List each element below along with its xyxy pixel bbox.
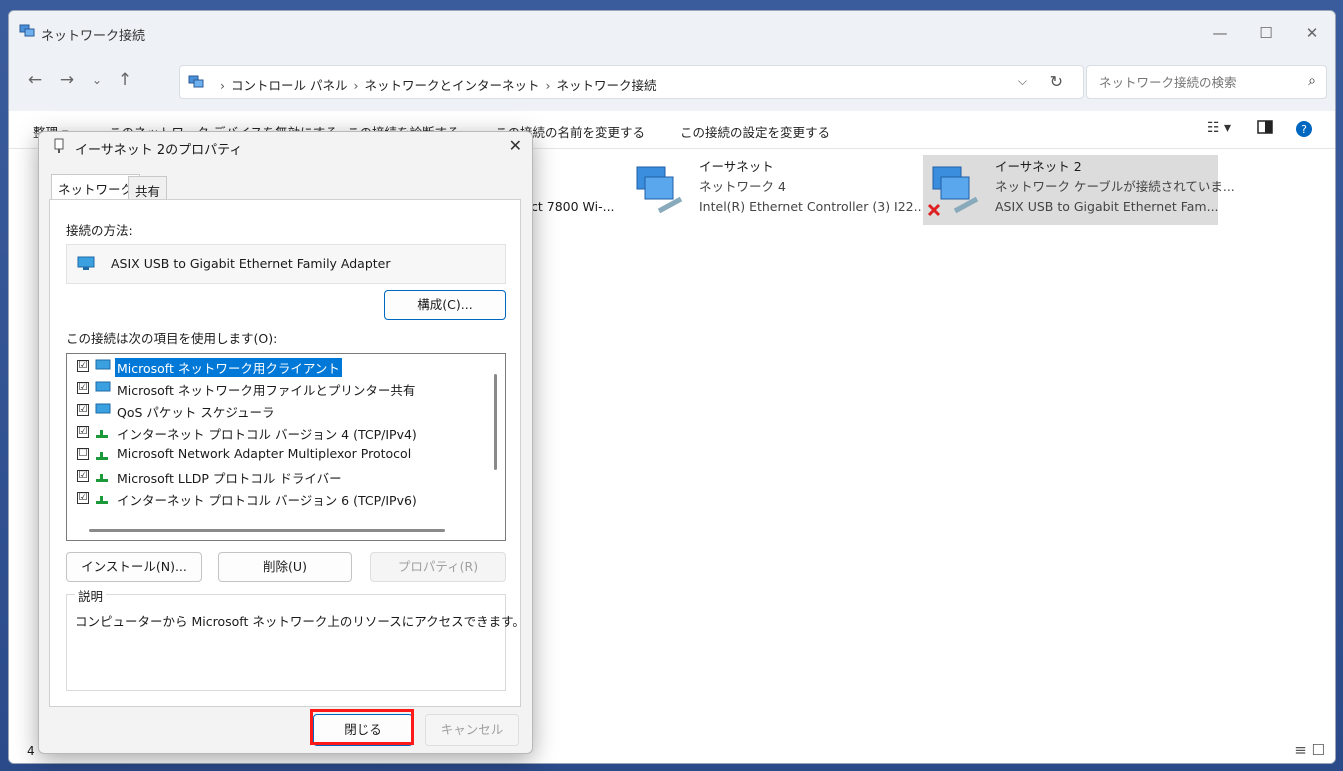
item-label: インターネット プロトコル バージョン 4 (TCP/IPv4) bbox=[117, 427, 417, 442]
close-icon[interactable]: ✕ bbox=[509, 136, 522, 155]
properties-dialog: イーサネット 2のプロパティ ✕ ネットワーク 共有 接続の方法: ASIX U… bbox=[38, 131, 533, 754]
connection-device: Intel(R) Ethernet Controller (3) I22... bbox=[699, 199, 926, 214]
checkbox[interactable]: ☑ bbox=[77, 470, 89, 482]
checkbox[interactable]: ☑ bbox=[77, 492, 89, 504]
search-box: ⌕ bbox=[1086, 65, 1327, 99]
protocol-icon bbox=[95, 425, 113, 442]
connection-name: イーサネット bbox=[699, 159, 774, 174]
network-connections-icon bbox=[19, 24, 35, 41]
back-arrow-icon[interactable]: ← bbox=[23, 70, 47, 90]
chevron-down-icon[interactable]: ⌵ bbox=[1018, 74, 1027, 89]
dialog-title: イーサネット 2のプロパティ bbox=[75, 143, 243, 158]
connection-item-ethernet-2[interactable]: イーサネット 2 ネットワーク ケーブルが接続されていま... ASIX USB… bbox=[923, 155, 1235, 225]
highlight-box bbox=[310, 709, 414, 745]
recent-dropdown-icon[interactable]: ⌄ bbox=[85, 73, 109, 87]
address-bar[interactable]: › コントロール パネル › ネットワークとインターネット › ネットワーク接続 ⌵ ↻ bbox=[179, 65, 1084, 99]
preview-pane-icon[interactable] bbox=[1257, 120, 1273, 138]
up-arrow-icon[interactable]: ↑ bbox=[113, 70, 137, 90]
item-count: 4 bbox=[27, 744, 35, 758]
breadcrumb-network-internet[interactable]: ネットワークとインターネット bbox=[364, 78, 539, 93]
connection-name: イーサネット 2 bbox=[995, 159, 1082, 174]
address-row: ← → ⌄ ↑ › コントロール パネル › ネットワークとインターネット › ネットワー… bbox=[9, 55, 1335, 111]
checkbox[interactable]: ☑ bbox=[77, 382, 89, 394]
description-text: コンピューターから Microsoft ネットワーク上のリソースにアクセスできま… bbox=[75, 614, 525, 629]
cancel-button[interactable]: キャンセル bbox=[425, 714, 519, 746]
connect-using-label: 接続の方法: bbox=[66, 223, 133, 238]
tab-sharing[interactable]: 共有 bbox=[128, 176, 168, 200]
vertical-scrollbar[interactable] bbox=[494, 374, 497, 470]
connection-network: ネットワーク 4 bbox=[699, 179, 786, 194]
help-icon[interactable]: ? bbox=[1295, 120, 1313, 142]
item-label: Microsoft ネットワーク用ファイルとプリンター共有 bbox=[117, 383, 416, 398]
connection-network: ネットワーク ケーブルが接続されていま... bbox=[995, 179, 1235, 194]
chevron-right-icon: › bbox=[353, 78, 359, 93]
network-client-icon bbox=[95, 381, 113, 398]
properties-button[interactable]: プロパティ(R) bbox=[370, 552, 506, 582]
title-bar: ネットワーク接続 — ☐ ✕ bbox=[9, 11, 1335, 55]
item-label: Microsoft Network Adapter Multiplexor Pr… bbox=[117, 446, 412, 461]
items-label: この接続は次の項目を使用します(O): bbox=[66, 331, 278, 346]
ethernet-adapter-icon bbox=[631, 159, 691, 219]
network-service-icon bbox=[95, 403, 113, 420]
components-list[interactable]: ☑ Microsoft ネットワーク用クライアント ☑ Microsoft ネッ… bbox=[66, 353, 506, 541]
horizontal-scrollbar[interactable] bbox=[89, 529, 445, 532]
control-panel-icon bbox=[188, 75, 204, 92]
ethernet-adapter-disconnected-icon bbox=[927, 159, 987, 219]
ethernet-icon bbox=[53, 138, 65, 157]
checkbox[interactable]: ☐ bbox=[77, 448, 89, 460]
protocol-icon bbox=[95, 491, 113, 508]
description-group: 説明 コンピューターから Microsoft ネットワーク上のリソースにアクセス… bbox=[66, 586, 525, 691]
window-title: ネットワーク接続 bbox=[41, 29, 146, 44]
adapter-field: ASIX USB to Gigabit Ethernet Family Adap… bbox=[66, 244, 506, 284]
adapter-name: ASIX USB to Gigabit Ethernet Family Adap… bbox=[111, 256, 391, 271]
network-client-icon bbox=[95, 359, 113, 376]
view-toggle-icons[interactable]: ≡ ☐ bbox=[1294, 741, 1325, 759]
connection-device: ASIX USB to Gigabit Ethernet Fam... bbox=[995, 199, 1219, 214]
refresh-icon[interactable]: ↻ bbox=[1050, 72, 1063, 91]
forward-arrow-icon[interactable]: → bbox=[55, 70, 79, 90]
breadcrumb-network-connections[interactable]: ネットワーク接続 bbox=[557, 78, 657, 93]
change-settings-command[interactable]: この接続の設定を変更する bbox=[680, 122, 830, 141]
network-tab-panel: 接続の方法: ASIX USB to Gigabit Ethernet Fami… bbox=[49, 199, 525, 707]
item-label: QoS パケット スケジューラ bbox=[117, 405, 275, 420]
item-label: Microsoft ネットワーク用クライアント bbox=[115, 358, 342, 377]
uninstall-button[interactable]: 削除(U) bbox=[218, 552, 352, 582]
chevron-right-icon: › bbox=[220, 78, 225, 93]
configure-button[interactable]: 構成(C)... bbox=[384, 290, 506, 320]
checkbox[interactable]: ☑ bbox=[77, 426, 89, 438]
tab-network[interactable]: ネットワーク bbox=[51, 174, 141, 200]
maximize-icon[interactable]: ☐ bbox=[1243, 11, 1289, 55]
protocol-icon bbox=[95, 469, 113, 486]
checkbox[interactable]: ☑ bbox=[77, 404, 89, 416]
search-icon[interactable]: ⌕ bbox=[1308, 73, 1316, 89]
svg-text:?: ? bbox=[1301, 123, 1307, 136]
install-button[interactable]: インストール(N)... bbox=[66, 552, 202, 582]
minimize-icon[interactable]: — bbox=[1197, 11, 1243, 55]
view-options-icon[interactable]: ☷ ▾ bbox=[1207, 120, 1231, 136]
description-legend: 説明 bbox=[75, 586, 107, 605]
close-window-icon[interactable]: ✕ bbox=[1289, 11, 1335, 55]
network-adapter-icon bbox=[77, 256, 95, 275]
search-input[interactable] bbox=[1097, 74, 1287, 91]
breadcrumb-control-panel[interactable]: コントロール パネル bbox=[231, 78, 347, 93]
breadcrumb: › コントロール パネル › ネットワークとインターネット › ネットワーク接続 bbox=[214, 75, 657, 94]
chevron-right-icon: › bbox=[545, 78, 551, 93]
connection-item-ethernet[interactable]: イーサネット ネットワーク 4 Intel(R) Ethernet Contro… bbox=[627, 155, 926, 225]
item-label: Microsoft LLDP プロトコル ドライバー bbox=[117, 471, 342, 486]
connection-line3: ct 7800 Wi-... bbox=[531, 199, 615, 214]
item-label: インターネット プロトコル バージョン 6 (TCP/IPv6) bbox=[117, 493, 417, 508]
protocol-icon bbox=[95, 447, 113, 464]
checkbox[interactable]: ☑ bbox=[77, 360, 89, 372]
